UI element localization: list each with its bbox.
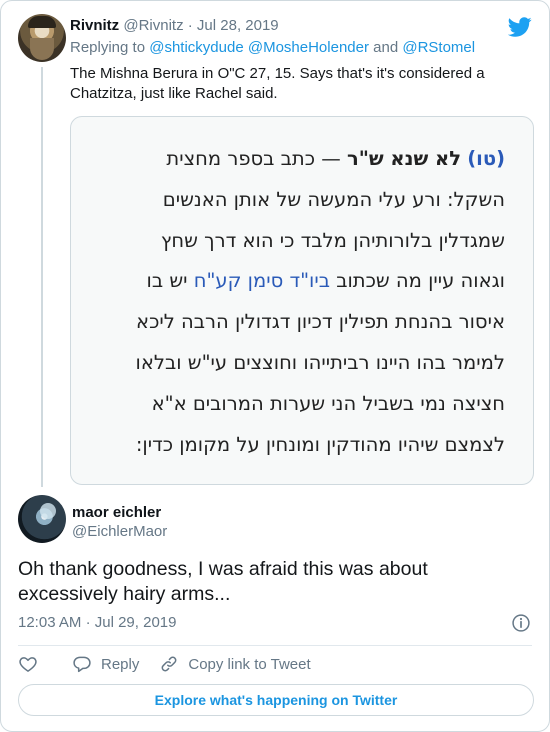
speech-bubble-icon <box>73 656 91 673</box>
avatar-highlight <box>40 503 56 519</box>
tweet-date: Jul 29, 2019 <box>94 614 177 631</box>
section-marker: (טו) <box>467 147 505 170</box>
avatar-hat <box>28 16 56 28</box>
tweet-timestamp[interactable]: 12:03 AM · Jul 29, 2019 <box>18 613 176 633</box>
author-name[interactable]: maor eichler <box>72 504 161 522</box>
hebrew-line: השקל: ורע עלי המעשה של אותן האנשים <box>162 187 505 211</box>
info-icon[interactable] <box>511 613 531 633</box>
heart-icon <box>19 657 37 672</box>
tweet-actions: Reply Copy link to Tweet <box>18 654 311 674</box>
divider <box>18 645 532 646</box>
text-line: The Mishna Berura in O"C 27, 15. Says th… <box>70 65 485 82</box>
avatar-eichlermaor[interactable] <box>18 495 66 543</box>
separator-dot: · <box>187 17 193 34</box>
hebrew-span: יש בו <box>146 269 188 293</box>
text-line: excessively hairy arms... <box>18 583 231 605</box>
hebrew-span: וגאוה עיין מה שכתוב <box>336 269 505 293</box>
link-icon <box>161 656 177 672</box>
mention-link[interactable]: @MosheHolender <box>248 39 369 56</box>
hebrew-line: וגאוה עיין מה שכתוב ביו"ד סימן קע"ח יש ב… <box>85 261 505 302</box>
hebrew-line: לצמצם שיהיו מהודקין ומונחין על מקומן כדי… <box>135 432 505 456</box>
mention-link[interactable]: @RStomel <box>402 39 475 56</box>
reply-button[interactable]: Reply <box>72 654 139 674</box>
separator-dot: · <box>85 614 91 631</box>
source-reference: ביו"ד סימן קע"ח <box>193 269 330 293</box>
hebrew-line: איסור בהנחת תפילין דכיון דגדולין הרבה לי… <box>136 310 505 334</box>
tweet-date[interactable]: Jul 28, 2019 <box>197 17 279 34</box>
replying-to-prefix: Replying to <box>70 39 146 56</box>
parent-tweet-header: Rivnitz @Rivnitz · Jul 28, 2019 <box>70 17 279 35</box>
like-button[interactable] <box>18 654 38 674</box>
hebrew-line: למימר בהו היינו רביתייהו וחוצצים עי"ש וב… <box>135 350 505 374</box>
mention-link[interactable]: @shtickydude <box>149 39 243 56</box>
tweet-time: 12:03 AM <box>18 614 82 631</box>
hebrew-line: שמגדלין בלורותיהן מלבד כי הוא דרך שחץ <box>160 228 505 252</box>
replying-to: Replying to @shtickydude @MosheHolender … <box>70 39 475 57</box>
author-handle[interactable]: @Rivnitz <box>123 17 183 34</box>
author-name[interactable]: Rivnitz <box>70 17 119 34</box>
reply-label: Reply <box>101 655 140 673</box>
main-tweet-text: Oh thank goodness, I was afraid this was… <box>18 557 518 607</box>
mention-joiner: and <box>373 39 399 56</box>
thread-connector-line <box>41 67 43 487</box>
twitter-bird-icon[interactable] <box>508 15 532 39</box>
copy-link-label: Copy link to Tweet <box>188 655 311 673</box>
hebrew-span: — כתב בספר מחצית <box>166 147 341 170</box>
heading-phrase: לא שנא ש"ר <box>346 147 462 170</box>
tweet-embed-card: Rivnitz @Rivnitz · Jul 28, 2019 Replying… <box>0 0 550 732</box>
text-line: Oh thank goodness, I was afraid this was… <box>18 558 428 580</box>
explore-button[interactable]: Explore what's happening on Twitter <box>18 684 534 716</box>
copy-link-button[interactable]: Copy link to Tweet <box>159 654 311 674</box>
hebrew-text-block: (טו) לא שנא ש"ר — כתב בספר מחצית השקל: ו… <box>85 139 505 465</box>
avatar-rivnitz[interactable] <box>18 14 66 62</box>
author-handle[interactable]: @EichlerMaor <box>72 523 167 541</box>
hebrew-line: (טו) לא שנא ש"ר — כתב בספר מחצית <box>85 139 505 180</box>
hebrew-line: חציצה נמי בשביל הני שערות המרובים א"א <box>151 391 505 415</box>
attached-image[interactable]: (טו) לא שנא ש"ר — כתב בספר מחצית השקל: ו… <box>70 116 534 485</box>
text-line: Chatzitza, just like Rachel said. <box>70 85 278 102</box>
parent-tweet-text: The Mishna Berura in O"C 27, 15. Says th… <box>70 64 510 104</box>
avatar-beard <box>30 38 54 60</box>
